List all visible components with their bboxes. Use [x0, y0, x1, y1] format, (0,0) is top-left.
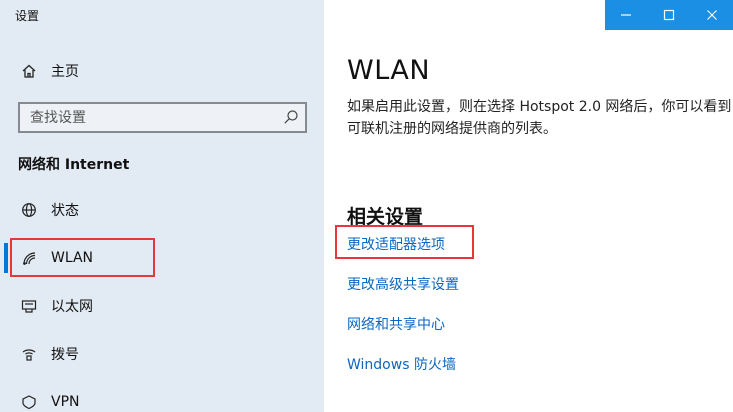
sidebar-item-label: 主页 — [51, 64, 79, 80]
sidebar-item-dialup[interactable]: 拨号 — [0, 336, 324, 372]
sidebar-item-home[interactable]: 主页 — [0, 53, 324, 89]
sidebar-item-status[interactable]: 状态 — [0, 192, 324, 228]
search-icon[interactable] — [283, 109, 299, 125]
page-title: WLAN — [347, 55, 431, 86]
app-title: 设置 — [15, 9, 40, 23]
sidebar-item-label: 状态 — [51, 203, 79, 219]
search-input[interactable] — [20, 104, 275, 131]
dialup-icon — [20, 345, 38, 363]
vpn-icon — [20, 393, 38, 411]
page-description: 如果启用此设置，则在选择 Hotspot 2.0 网络后，你可以看到可联机注册的… — [347, 99, 732, 137]
minimize-icon — [621, 14, 632, 16]
maximize-button[interactable] — [648, 0, 691, 30]
window-controls — [605, 0, 733, 30]
globe-icon — [20, 201, 38, 219]
minimize-button[interactable] — [605, 0, 648, 30]
link-network-sharing-center[interactable]: 网络和共享中心 — [347, 314, 445, 334]
close-icon — [706, 10, 717, 20]
sidebar-item-vpn[interactable]: VPN — [0, 384, 324, 412]
search-box[interactable] — [18, 102, 307, 133]
sidebar-item-label: 拨号 — [51, 347, 79, 363]
ethernet-icon — [20, 297, 38, 315]
sidebar-item-label: 以太网 — [51, 299, 93, 315]
section-header: 网络和 Internet — [18, 157, 130, 173]
sidebar-item-ethernet[interactable]: 以太网 — [0, 288, 324, 324]
link-windows-firewall[interactable]: Windows 防火墙 — [347, 354, 456, 374]
close-button[interactable] — [690, 0, 733, 30]
home-icon — [20, 62, 38, 80]
sidebar: 设置 主页 网络和 Internet 状态 — [0, 0, 324, 412]
maximize-icon — [663, 9, 675, 21]
adapter-link-highlight-box — [335, 225, 474, 259]
link-advanced-sharing-settings[interactable]: 更改高级共享设置 — [347, 274, 459, 294]
main-content: WLAN 如果启用此设置，则在选择 Hotspot 2.0 网络后，你可以看到可… — [324, 0, 733, 412]
wlan-highlight-box — [10, 238, 155, 277]
sidebar-item-label: VPN — [51, 394, 80, 410]
